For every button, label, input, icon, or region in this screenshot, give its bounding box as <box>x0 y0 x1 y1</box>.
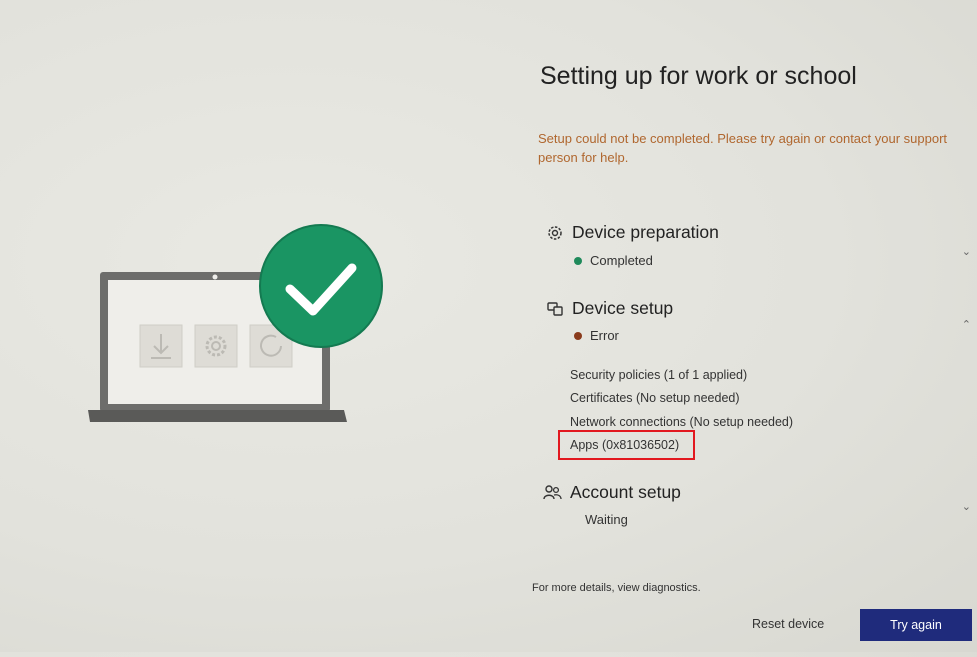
download-icon <box>139 324 183 368</box>
setup-panel: Setting up for work or school Setup coul… <box>530 0 977 652</box>
section-device-setup[interactable]: Device setup <box>546 298 673 319</box>
laptop-camera <box>212 274 218 280</box>
try-again-button[interactable]: Try again <box>860 609 972 641</box>
status-dot-error <box>574 331 582 340</box>
section-account-setup[interactable]: Account setup <box>542 482 681 503</box>
detail-security-policies: Security policies (1 of 1 applied) <box>570 368 748 382</box>
status-dot-completed <box>574 256 582 265</box>
section-device-preparation[interactable]: Device preparation <box>546 222 719 243</box>
people-icon <box>542 484 562 502</box>
account-setup-status-text: Waiting <box>585 512 628 527</box>
device-setup-status: Error <box>574 328 619 343</box>
laptop-base <box>88 410 347 422</box>
highlight-box <box>558 430 695 460</box>
detail-network-connections: Network connections (No setup needed) <box>570 415 794 429</box>
checkmark-badge-icon <box>259 224 383 348</box>
detail-certificates: Certificates (No setup needed) <box>570 391 740 405</box>
error-message: Setup could not be completed. Please try… <box>538 131 948 165</box>
device-preparation-status: Completed <box>574 253 653 268</box>
diagnostics-link[interactable]: For more details, view diagnostics. <box>532 582 701 594</box>
laptop-illustration-svg <box>88 224 383 422</box>
reset-device-button[interactable]: Reset device <box>752 617 824 631</box>
device-setup-label: Device setup <box>572 298 674 318</box>
device-setup-status-text: Error <box>590 328 619 343</box>
device-preparation-status-text: Completed <box>590 253 653 268</box>
laptop-checkmark-illustration <box>0 0 520 652</box>
chevron-down-icon[interactable]: ⌄ <box>962 245 971 258</box>
chevron-up-icon[interactable]: ⌃ <box>962 318 971 331</box>
account-setup-label: Account setup <box>570 482 681 502</box>
devices-icon <box>546 300 564 318</box>
chevron-down-icon[interactable]: ⌄ <box>962 500 971 513</box>
gear-icon <box>546 224 564 242</box>
page-title: Setting up for work or school <box>540 62 857 90</box>
device-preparation-label: Device preparation <box>572 222 719 242</box>
settings-icon <box>194 324 238 368</box>
account-setup-status: Waiting <box>585 512 628 527</box>
